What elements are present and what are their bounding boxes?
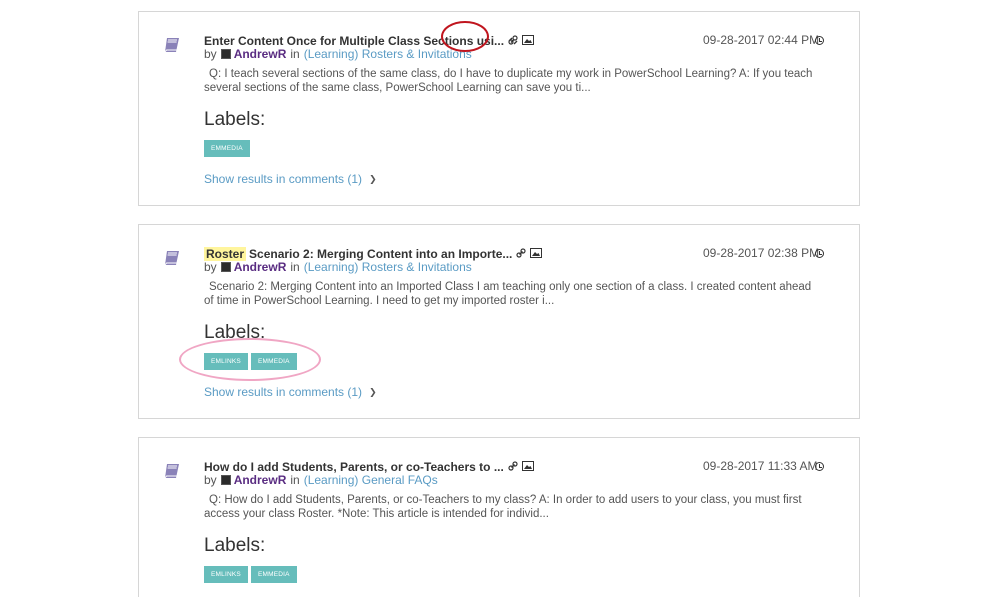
avatar (220, 262, 231, 272)
labels-heading: Labels: (204, 109, 266, 130)
in-text: in (290, 473, 300, 487)
show-comments-link[interactable]: Show results in comments (1) ❯ (204, 385, 377, 399)
result-date: 09-28-2017 02:38 PM (703, 246, 820, 260)
book-icon (163, 37, 181, 53)
clock-icon (815, 36, 824, 45)
byline: by AndrewR in (Learning) Rosters & Invit… (204, 260, 472, 274)
link-icon (508, 458, 518, 476)
result-date: 09-28-2017 02:44 PM (703, 33, 820, 47)
avatar (220, 49, 231, 59)
label-tag[interactable]: EMMEDIA (204, 140, 250, 157)
author-link[interactable]: AndrewR (234, 260, 287, 274)
chevron-right-icon: ❯ (369, 386, 377, 397)
image-icon (521, 458, 534, 476)
by-text: by (204, 47, 217, 61)
label-list: EMMEDIA (204, 140, 250, 157)
in-text: in (290, 47, 300, 61)
by-text: by (204, 260, 217, 274)
author-link[interactable]: AndrewR (234, 47, 287, 61)
annotation-red-circle (441, 21, 489, 52)
avatar (220, 475, 231, 485)
labels-heading: Labels: (204, 535, 266, 556)
result-excerpt: Scenario 2: Merging Content into an Impo… (204, 281, 812, 307)
show-comments-link[interactable]: Show results in comments (1) ❯ (204, 172, 377, 186)
label-tag[interactable]: EMMEDIA (250, 566, 297, 583)
book-icon (163, 463, 181, 479)
book-icon (163, 250, 181, 266)
search-result-card: Enter Content Once for Multiple Class Se… (138, 11, 860, 206)
result-date: 09-28-2017 11:33 AM (703, 459, 818, 473)
image-icon (522, 32, 535, 50)
label-list: EMLINKS EMMEDIA (204, 566, 297, 583)
search-result-card: How do I add Students, Parents, or co-Te… (138, 437, 860, 597)
board-link[interactable]: (Learning) Rosters & Invitations (304, 260, 472, 274)
show-comments-label[interactable]: Show results in comments (1) (204, 172, 362, 186)
result-excerpt: Q: I teach several sections of the same … (204, 68, 813, 94)
chevron-right-icon: ❯ (369, 173, 377, 184)
by-text: by (204, 473, 217, 487)
board-link[interactable]: (Learning) Rosters & Invitations (304, 47, 472, 61)
result-title-link[interactable]: How do I add Students, Parents, or co-Te… (204, 460, 504, 474)
byline: by AndrewR in (Learning) General FAQs (204, 473, 438, 487)
annotation-pink-circle (179, 338, 321, 381)
clock-icon (815, 462, 824, 471)
author-link[interactable]: AndrewR (234, 473, 287, 487)
image-icon (530, 245, 543, 263)
clock-icon (815, 249, 824, 258)
label-tag[interactable]: EMLINKS (204, 566, 248, 583)
in-text: in (290, 260, 300, 274)
board-link[interactable]: (Learning) General FAQs (304, 473, 438, 487)
result-excerpt: Q: How do I add Students, Parents, or co… (204, 494, 802, 520)
search-term-highlight: Roster (204, 247, 247, 261)
byline: by AndrewR in (Learning) Rosters & Invit… (204, 47, 472, 61)
link-icon (508, 32, 518, 50)
search-result-card: Roster Scenario 2: Merging Content into … (138, 224, 860, 419)
result-title-link[interactable]: Scenario 2: Merging Content into an Impo… (249, 247, 512, 261)
show-comments-label[interactable]: Show results in comments (1) (204, 385, 362, 399)
link-icon (516, 245, 526, 263)
